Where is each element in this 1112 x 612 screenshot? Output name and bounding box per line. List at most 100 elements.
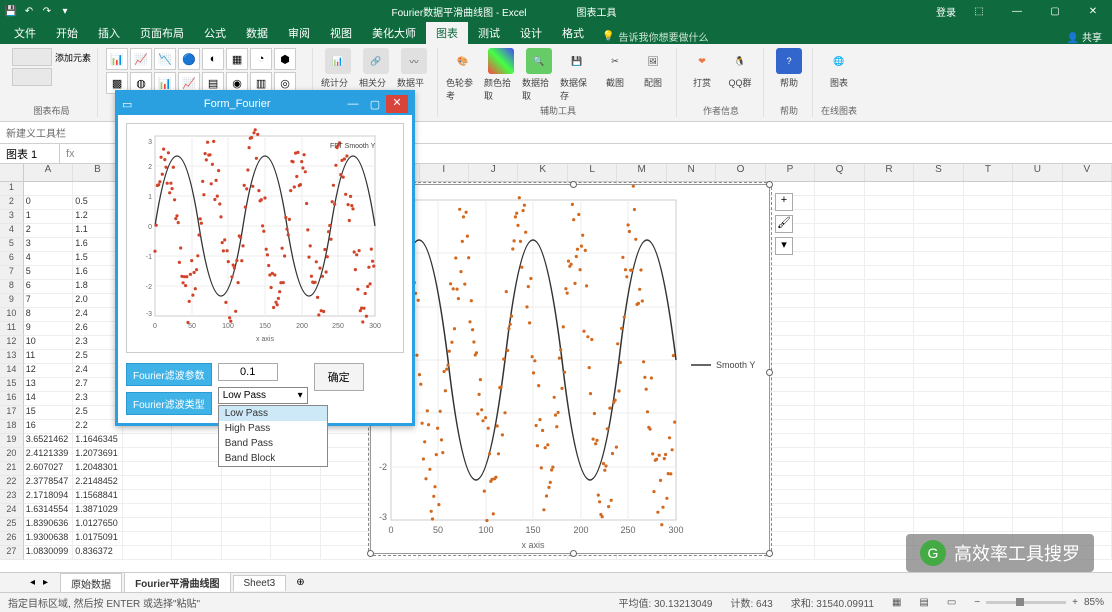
cell[interactable] (815, 322, 864, 336)
cell[interactable] (123, 490, 172, 504)
cell[interactable] (815, 420, 864, 434)
cell[interactable] (914, 504, 963, 518)
zoom-level[interactable]: 85% (1084, 597, 1104, 608)
cell[interactable] (815, 308, 864, 322)
cell[interactable] (172, 504, 221, 518)
cell[interactable] (865, 462, 914, 476)
chart-type-icon[interactable]: ⬢ (274, 48, 296, 70)
chart-type-icon[interactable]: ◔ (250, 48, 272, 70)
cell[interactable] (1013, 504, 1062, 518)
row-header[interactable]: 8 (0, 280, 24, 294)
column-header[interactable]: L (568, 164, 617, 181)
cell[interactable] (914, 224, 963, 238)
row-header[interactable]: 27 (0, 546, 24, 560)
cell[interactable] (766, 462, 815, 476)
cell[interactable] (1013, 350, 1062, 364)
cell[interactable]: 16 (24, 420, 73, 434)
chart-type-icon[interactable]: 📊 (106, 48, 128, 70)
cell[interactable] (914, 462, 963, 476)
cell[interactable] (123, 518, 172, 532)
chart-element-btn[interactable] (12, 48, 52, 66)
row-header[interactable]: 25 (0, 518, 24, 532)
column-header[interactable]: V (1063, 164, 1112, 181)
cell[interactable] (321, 518, 370, 532)
tab-home[interactable]: 开始 (46, 22, 88, 44)
cell[interactable] (321, 434, 370, 448)
cell[interactable] (914, 350, 963, 364)
cell[interactable] (766, 448, 815, 462)
cell[interactable] (815, 280, 864, 294)
cell[interactable] (321, 476, 370, 490)
tab-chart[interactable]: 图表 (426, 22, 468, 44)
cell[interactable] (1063, 238, 1112, 252)
row-header[interactable]: 26 (0, 532, 24, 546)
cell[interactable] (865, 434, 914, 448)
chart-filter-icon[interactable]: ▾ (775, 237, 793, 255)
cell[interactable] (123, 462, 172, 476)
cell[interactable] (1013, 490, 1062, 504)
cell[interactable]: 1.8390636 (24, 518, 73, 532)
cell[interactable] (964, 322, 1013, 336)
row-header[interactable]: 5 (0, 238, 24, 252)
cell[interactable] (172, 546, 221, 560)
btn-help[interactable]: ?帮助 (772, 48, 806, 89)
cell[interactable] (1063, 224, 1112, 238)
undo-icon[interactable]: ↶ (22, 4, 36, 18)
fourier-param-button[interactable]: Fourier滤波参数 (126, 363, 212, 386)
row-header[interactable]: 7 (0, 266, 24, 280)
cell[interactable] (123, 434, 172, 448)
column-header[interactable]: Q (815, 164, 864, 181)
row-header[interactable]: 11 (0, 322, 24, 336)
cell[interactable]: 2 (24, 224, 73, 238)
tab-formulas[interactable]: 公式 (194, 22, 236, 44)
cell[interactable] (172, 490, 221, 504)
option-high-pass[interactable]: High Pass (219, 421, 327, 436)
cell[interactable] (815, 532, 864, 546)
cell[interactable] (865, 210, 914, 224)
cell[interactable] (964, 252, 1013, 266)
cell[interactable] (1013, 280, 1062, 294)
btn-colorwheel[interactable]: 🎨色轮参考 (446, 48, 480, 102)
cell[interactable] (815, 252, 864, 266)
cell[interactable] (766, 490, 815, 504)
resize-handle[interactable] (570, 550, 577, 557)
cell[interactable]: 2.607027 (24, 462, 73, 476)
chart-type-icon[interactable]: 📈 (130, 48, 152, 70)
row-header[interactable]: 14 (0, 364, 24, 378)
cell[interactable] (815, 294, 864, 308)
cell[interactable] (123, 448, 172, 462)
cell[interactable] (964, 476, 1013, 490)
tab-beautify[interactable]: 美化大师 (362, 22, 426, 44)
cell[interactable] (1013, 210, 1062, 224)
zoom-slider[interactable]: − + 85% (974, 597, 1104, 608)
cell[interactable] (24, 182, 73, 196)
resize-handle[interactable] (766, 369, 773, 376)
cell[interactable]: 4 (24, 252, 73, 266)
cell[interactable] (1063, 462, 1112, 476)
cell[interactable] (1063, 504, 1112, 518)
cell[interactable] (271, 546, 320, 560)
cell[interactable]: 1.1646345 (73, 434, 122, 448)
cell[interactable] (1013, 266, 1062, 280)
cell[interactable] (964, 518, 1013, 532)
minimize-icon[interactable]: — (1002, 6, 1032, 17)
cell[interactable] (865, 490, 914, 504)
cell[interactable] (222, 518, 271, 532)
row-header[interactable]: 19 (0, 434, 24, 448)
cell[interactable] (914, 420, 963, 434)
cell[interactable]: 3 (24, 238, 73, 252)
cell[interactable]: 5 (24, 266, 73, 280)
cell[interactable] (914, 266, 963, 280)
save-icon[interactable]: 💾 (4, 4, 18, 18)
cell[interactable] (1063, 448, 1112, 462)
chart-type-icon[interactable]: 📉 (154, 48, 176, 70)
cell[interactable] (766, 364, 815, 378)
view-layout-icon[interactable]: ▤ (919, 597, 928, 608)
row-header[interactable]: 15 (0, 378, 24, 392)
cell[interactable] (815, 238, 864, 252)
cell[interactable] (766, 434, 815, 448)
cell[interactable] (964, 294, 1013, 308)
cell[interactable] (172, 532, 221, 546)
cell[interactable] (222, 546, 271, 560)
btn-donate[interactable]: ❤打赏 (685, 48, 719, 89)
